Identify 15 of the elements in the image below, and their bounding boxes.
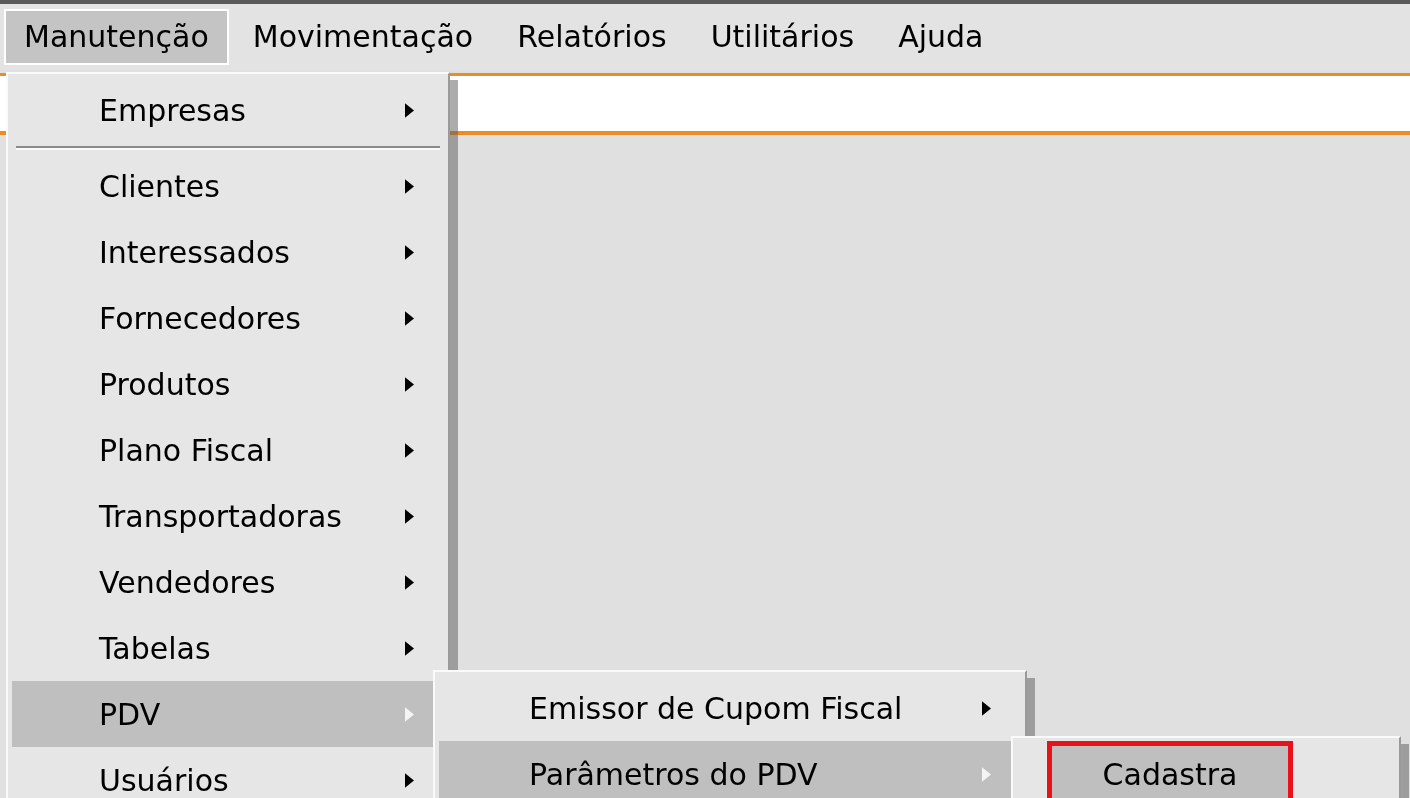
menu-bar-item[interactable]: Movimentação <box>232 9 494 65</box>
menu-item[interactable]: Cadastra <box>1047 741 1293 798</box>
menu-bar-item[interactable]: Utilitários <box>690 9 875 65</box>
menu-item[interactable]: Clientes <box>12 153 444 219</box>
menu-item[interactable]: Usuários <box>12 747 444 798</box>
menu-bar-item[interactable]: Relatórios <box>497 9 687 65</box>
menu-bar-item[interactable]: Manutenção <box>4 9 229 65</box>
menu-item[interactable]: Fornecedores <box>12 285 444 351</box>
menu-item[interactable]: Produtos <box>12 351 444 417</box>
menu-item[interactable]: Transportadoras <box>12 483 444 549</box>
menu-item[interactable]: Interessados <box>12 219 444 285</box>
menu-item[interactable]: Plano Fiscal <box>12 417 444 483</box>
menu-item[interactable]: Empresas <box>12 77 444 143</box>
menu-item[interactable]: Vendedores <box>12 549 444 615</box>
menu-bar-item[interactable]: Ajuda <box>878 9 1004 65</box>
